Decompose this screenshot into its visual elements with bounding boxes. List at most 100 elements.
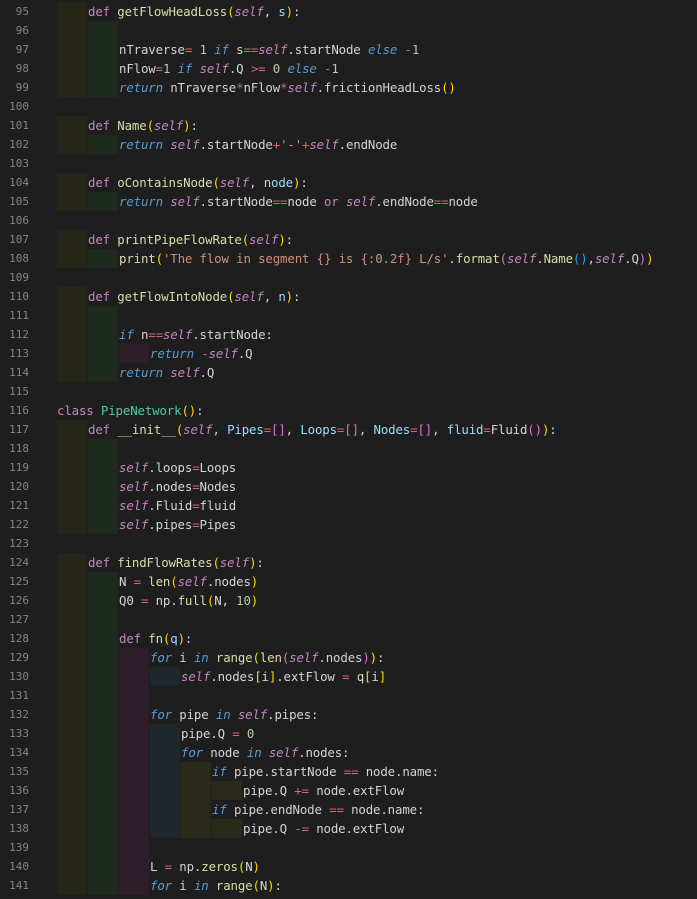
code-line[interactable]: 119 self.loops=Loops: [0, 458, 697, 477]
code-token: self: [249, 232, 279, 247]
code-token: .: [448, 251, 456, 266]
code-text: return nTraverse*nFlow*self.frictionHead…: [119, 78, 456, 97]
indent-guide: [57, 496, 87, 515]
code-line[interactable]: 139: [0, 838, 697, 857]
code-line[interactable]: 104 def oContainsNode(self, node):: [0, 173, 697, 192]
indent-guide: [57, 515, 87, 534]
indent-guide: [88, 21, 118, 40]
code-line[interactable]: 112 if n==self.startNode:: [0, 325, 697, 344]
code-line[interactable]: 114 return self.Q: [0, 363, 697, 382]
code-token: 1: [411, 42, 420, 57]
indent-guide: [57, 439, 87, 458]
code-line[interactable]: 128 def fn(q):: [0, 629, 697, 648]
code-token: if: [212, 802, 227, 817]
code-line[interactable]: 132 for pipe in self.pipes:: [0, 705, 697, 724]
code-token: ==: [243, 42, 259, 57]
code-line[interactable]: 110 def getFlowIntoNode(self, n):: [0, 287, 697, 306]
code-line[interactable]: 136 pipe.Q += node.extFlow: [0, 781, 697, 800]
code-line[interactable]: 96: [0, 21, 697, 40]
code-line[interactable]: 126 Q0 = np.full(N, 10): [0, 591, 697, 610]
code-token: format: [455, 251, 500, 266]
code-token: Nodes: [373, 422, 411, 437]
indent-guide: [88, 705, 118, 724]
code-line[interactable]: 113 return -self.Q: [0, 344, 697, 363]
code-line[interactable]: 125 N = len(self.nodes): [0, 572, 697, 591]
code-token: else: [287, 61, 317, 76]
code-token: =: [164, 859, 172, 874]
code-line[interactable]: 122 self.pipes=Pipes: [0, 515, 697, 534]
indent-guide: [119, 686, 149, 705]
code-line[interactable]: 134 for node in self.nodes:: [0, 743, 697, 762]
line-number: 104: [9, 176, 29, 189]
code-line[interactable]: 103: [0, 154, 697, 173]
code-token: ): [285, 289, 293, 304]
code-line[interactable]: 140 L = np.zeros(N): [0, 857, 697, 876]
code-line[interactable]: 102 return self.startNode+'-'+self.endNod…: [0, 135, 697, 154]
code-line[interactable]: 116 class PipeNetwork():: [0, 401, 697, 420]
code-line[interactable]: 107 def printPipeFlowRate(self):: [0, 230, 697, 249]
code-line[interactable]: 115: [0, 382, 697, 401]
code-token: nFlow: [119, 61, 156, 76]
code-token: =: [192, 460, 200, 475]
code-token: :: [274, 878, 282, 893]
code-token: self: [594, 251, 625, 266]
indent-guide: [57, 116, 87, 135]
code-line[interactable]: 118: [0, 439, 697, 458]
code-line[interactable]: 101 def Name(self):: [0, 116, 697, 135]
code-token: self: [258, 42, 288, 57]
code-line[interactable]: 105 return self.startNode==node or self.e…: [0, 192, 697, 211]
code-token: nFlow: [243, 80, 281, 95]
line-number: 120: [9, 480, 29, 493]
code-token: node: [263, 175, 293, 190]
code-token: []: [344, 422, 359, 437]
code-line[interactable]: 131: [0, 686, 697, 705]
indent-guide: [88, 857, 118, 876]
code-line[interactable]: 98 nFlow=1 if self.Q >= 0 else -1: [0, 59, 697, 78]
code-line[interactable]: 97 nTraverse= 1 if s==self.startNode else…: [0, 40, 697, 59]
code-line[interactable]: 130 self.nodes[i].extFlow = q[i]: [0, 667, 697, 686]
indent-guide: [57, 572, 87, 591]
code-line[interactable]: 106: [0, 211, 697, 230]
code-line[interactable]: 123: [0, 534, 697, 553]
code-token: .endNode: [375, 194, 434, 209]
code-token: (: [252, 650, 260, 665]
code-line[interactable]: 135 if pipe.startNode == node.name:: [0, 762, 697, 781]
code-line[interactable]: 109: [0, 268, 697, 287]
code-token: .Q: [237, 346, 253, 361]
code-line[interactable]: 133 pipe.Q = 0: [0, 724, 697, 743]
line-number: 139: [9, 841, 29, 854]
code-line[interactable]: 95 def getFlowHeadLoss(self, s):: [0, 2, 697, 21]
code-line[interactable]: 124 def findFlowRates(self):: [0, 553, 697, 572]
code-line[interactable]: 108 print('The flow in segment {} is {:0.…: [0, 249, 697, 268]
code-text: class PipeNetwork():: [57, 401, 204, 420]
code-line[interactable]: 117 def __init__(self, Pipes=[], Loops=[]…: [0, 420, 697, 439]
code-token: print: [119, 251, 156, 266]
code-line[interactable]: 141 for i in range(N):: [0, 876, 697, 895]
code-line[interactable]: 99 return nTraverse*nFlow*self.frictionHe…: [0, 78, 697, 97]
code-token: self: [170, 365, 200, 380]
code-line[interactable]: 137 if pipe.endNode == node.name:: [0, 800, 697, 819]
code-line[interactable]: 127: [0, 610, 697, 629]
code-line[interactable]: 100: [0, 97, 697, 116]
code-token: s: [228, 42, 244, 57]
code-line[interactable]: 120 self.nodes=Nodes: [0, 477, 697, 496]
code-line[interactable]: 111: [0, 306, 697, 325]
indent-guide: [150, 667, 180, 686]
code-line[interactable]: 129 for i in range(len(self.nodes)):: [0, 648, 697, 667]
code-text: return -self.Q: [150, 344, 253, 363]
indent-guide: [57, 458, 87, 477]
code-token: .Fluid: [148, 498, 193, 513]
code-token: ,: [358, 422, 374, 437]
code-token: s: [278, 4, 286, 19]
code-line[interactable]: 138 pipe.Q -= node.extFlow: [0, 819, 697, 838]
code-token: self: [219, 555, 250, 570]
code-line[interactable]: 121 self.Fluid=fluid: [0, 496, 697, 515]
line-number: 134: [9, 746, 29, 759]
code-editor[interactable]: 95 def getFlowHeadLoss(self, s): 96 97 nTrav…: [0, 0, 697, 899]
code-token: np.: [171, 859, 202, 874]
code-token: =: [263, 422, 272, 437]
code-token: (: [146, 118, 154, 133]
code-token: Name: [117, 118, 147, 133]
